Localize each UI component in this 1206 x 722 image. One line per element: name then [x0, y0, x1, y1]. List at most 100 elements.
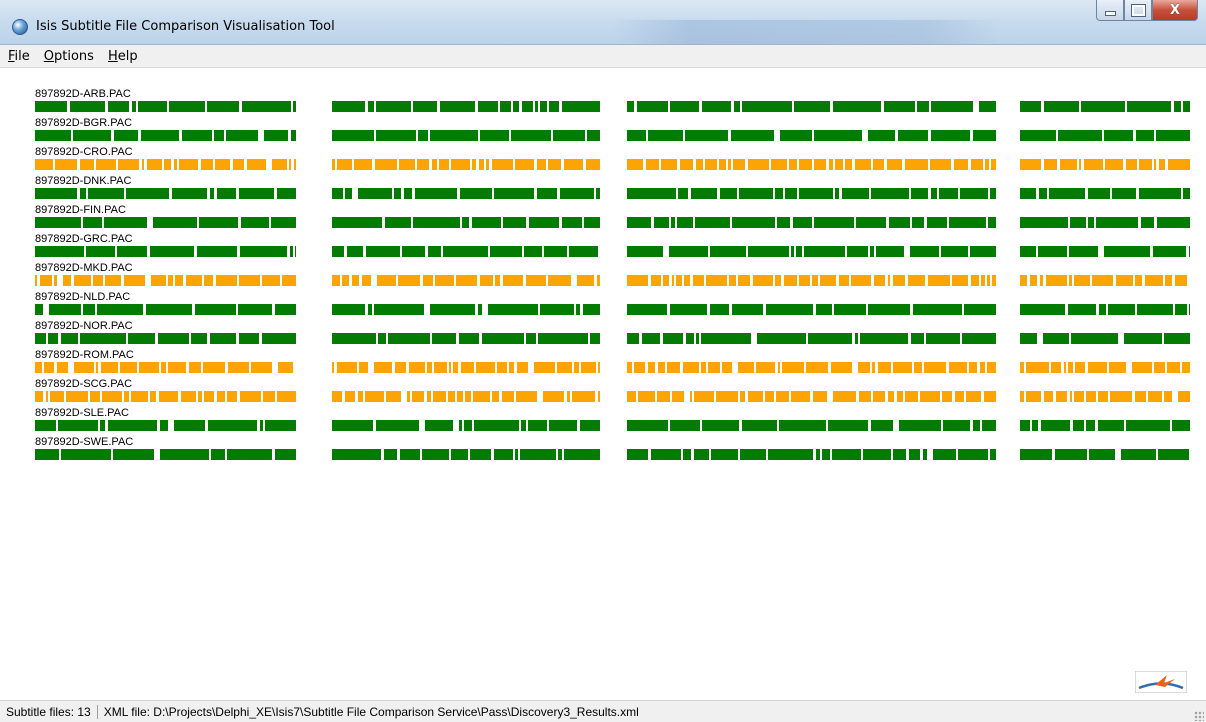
file-row[interactable]: 897892D-DNK.PAC — [0, 175, 1206, 204]
app-icon[interactable] — [12, 19, 28, 35]
menu-file[interactable]: File — [0, 49, 36, 64]
subtitle-timeline-bar[interactable] — [332, 449, 600, 460]
subtitle-timeline-bar[interactable] — [332, 217, 600, 228]
subtitle-segment — [966, 391, 981, 402]
maximize-button[interactable] — [1124, 0, 1152, 21]
subtitle-timeline-bar[interactable] — [35, 362, 296, 373]
subtitle-segment — [987, 362, 996, 373]
menu-options[interactable]: Options — [36, 49, 100, 64]
subtitle-timeline-bar[interactable] — [1020, 304, 1190, 315]
file-row[interactable]: 897892D-BGR.PAC — [0, 117, 1206, 146]
resize-grip-icon[interactable] — [1194, 711, 1204, 721]
subtitle-segment — [581, 362, 596, 373]
subtitle-segment — [147, 159, 162, 170]
subtitle-timeline-bar[interactable] — [1020, 159, 1190, 170]
subtitle-timeline-bar[interactable] — [1020, 275, 1190, 286]
subtitle-segment — [856, 217, 886, 228]
subtitle-timeline-bar[interactable] — [627, 333, 996, 344]
file-row[interactable]: 897892D-SWE.PAC — [0, 436, 1206, 465]
subtitle-timeline-bar[interactable] — [627, 449, 996, 460]
subtitle-timeline-bar[interactable] — [332, 391, 600, 402]
subtitle-segment — [1041, 420, 1070, 431]
subtitle-segment — [952, 275, 968, 286]
subtitle-segment — [1183, 188, 1190, 199]
subtitle-timeline-bar[interactable] — [1020, 217, 1190, 228]
title-bar[interactable]: Isis Subtitle File Comparison Visualisat… — [0, 0, 1206, 45]
subtitle-timeline-bar[interactable] — [35, 420, 296, 431]
subtitle-timeline-bar[interactable] — [1020, 101, 1190, 112]
subtitle-segment — [1020, 304, 1065, 315]
subtitle-timeline-bar[interactable] — [332, 420, 600, 431]
subtitle-timeline-bar[interactable] — [332, 275, 600, 286]
subtitle-timeline-bar[interactable] — [627, 188, 996, 199]
subtitle-timeline-bar[interactable] — [332, 362, 600, 373]
subtitle-segment — [816, 304, 832, 315]
file-row[interactable]: 897892D-FIN.PAC — [0, 204, 1206, 233]
subtitle-timeline-bar[interactable] — [332, 333, 600, 344]
file-row[interactable]: 897892D-NLD.PAC — [0, 291, 1206, 320]
subtitle-timeline-bar[interactable] — [627, 362, 996, 373]
subtitle-timeline-bar[interactable] — [1020, 333, 1190, 344]
subtitle-segment — [720, 188, 737, 199]
subtitle-timeline-bar[interactable] — [627, 391, 996, 402]
subtitle-timeline-bar[interactable] — [35, 188, 296, 199]
subtitle-segment — [227, 449, 272, 460]
subtitle-segment — [189, 362, 201, 373]
file-row[interactable]: 897892D-ARB.PAC — [0, 88, 1206, 117]
menu-help[interactable]: Help — [100, 49, 144, 64]
subtitle-segment — [1109, 362, 1126, 373]
file-row[interactable]: 897892D-SLE.PAC — [0, 407, 1206, 436]
subtitle-timeline-bar[interactable] — [332, 159, 600, 170]
subtitle-timeline-bar[interactable] — [332, 246, 600, 257]
subtitle-timeline-bar[interactable] — [1020, 420, 1190, 431]
subtitle-timeline-bar[interactable] — [35, 391, 296, 402]
subtitle-segment — [207, 101, 239, 112]
subtitle-timeline-bar[interactable] — [35, 275, 296, 286]
subtitle-timeline-bar[interactable] — [1020, 246, 1190, 257]
subtitle-timeline-bar[interactable] — [627, 275, 996, 286]
subtitle-segment — [494, 188, 534, 199]
subtitle-segment — [529, 217, 559, 228]
file-row[interactable]: 897892D-ROM.PAC — [0, 349, 1206, 378]
file-row[interactable]: 897892D-MKD.PAC — [0, 262, 1206, 291]
subtitle-timeline-bar[interactable] — [332, 188, 600, 199]
subtitle-segment — [388, 333, 430, 344]
file-row[interactable]: 897892D-NOR.PAC — [0, 320, 1206, 349]
subtitle-timeline-bar[interactable] — [35, 217, 296, 228]
subtitle-timeline-bar[interactable] — [1020, 362, 1190, 373]
subtitle-timeline-bar[interactable] — [35, 333, 296, 344]
subtitle-timeline-bar[interactable] — [1020, 449, 1190, 460]
minimize-button[interactable] — [1096, 0, 1124, 21]
subtitle-segment — [365, 391, 384, 402]
subtitle-timeline-bar[interactable] — [35, 101, 296, 112]
subtitle-segment — [169, 101, 205, 112]
subtitle-timeline-bar[interactable] — [627, 217, 996, 228]
subtitle-segment — [657, 391, 670, 402]
subtitle-timeline-bar[interactable] — [1020, 188, 1190, 199]
subtitle-timeline-bar[interactable] — [627, 159, 996, 170]
subtitle-timeline-bar[interactable] — [1020, 130, 1190, 141]
file-row[interactable]: 897892D-CRO.PAC — [0, 146, 1206, 175]
subtitle-timeline-bar[interactable] — [35, 304, 296, 315]
file-row[interactable]: 897892D-SCG.PAC — [0, 378, 1206, 407]
subtitle-timeline-bar[interactable] — [332, 304, 600, 315]
subtitle-timeline-bar[interactable] — [35, 246, 296, 257]
subtitle-segment — [1174, 101, 1181, 112]
subtitle-timeline-bar[interactable] — [627, 101, 996, 112]
subtitle-timeline-bar[interactable] — [627, 130, 996, 141]
subtitle-timeline-bar[interactable] — [332, 130, 600, 141]
subtitle-timeline-bar[interactable] — [627, 304, 996, 315]
subtitle-segment — [217, 391, 225, 402]
subtitle-timeline-bar[interactable] — [35, 159, 296, 170]
subtitle-segment — [515, 159, 534, 170]
subtitle-timeline-bar[interactable] — [627, 420, 996, 431]
subtitle-timeline-bar[interactable] — [1020, 391, 1190, 402]
subtitle-timeline-bar[interactable] — [332, 101, 600, 112]
close-button[interactable]: X — [1152, 0, 1198, 21]
subtitle-timeline-bar[interactable] — [35, 449, 296, 460]
subtitle-segment — [577, 275, 594, 286]
subtitle-timeline-bar[interactable] — [35, 130, 296, 141]
file-row[interactable]: 897892D-GRC.PAC — [0, 233, 1206, 262]
subtitle-timeline-bar[interactable] — [627, 246, 996, 257]
subtitle-segment — [337, 159, 352, 170]
